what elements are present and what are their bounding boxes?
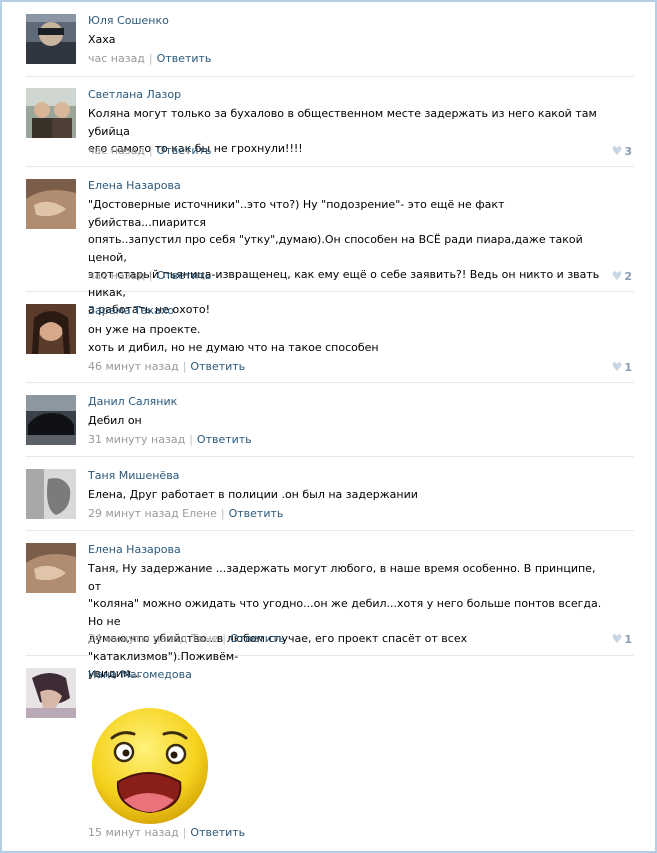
comment-item: Таня Мишенёва Елена, Друг работает в пол… (26, 469, 634, 531)
like-count: 1 (624, 361, 632, 374)
comment-author[interactable]: Елена Назарова (88, 179, 181, 193)
comment-author[interactable]: Данил Саляник (88, 395, 177, 409)
comment-time[interactable]: час назад (88, 269, 145, 282)
comment-text: Таня, Ну задержание ...задержать могут л… (88, 560, 608, 683)
comment-author[interactable]: Светлана Лазор (88, 88, 181, 102)
comment-item: Юля Сошенко Хаха час назад | Ответить (26, 14, 634, 77)
comments-panel: Юля Сошенко Хаха час назад | Ответить Свет… (0, 0, 657, 853)
avatar[interactable] (26, 668, 76, 718)
comment-author[interactable]: Елена Назарова (88, 543, 181, 557)
comment-meta: час назад | Ответить (88, 144, 211, 158)
comment-line: он уже на проекте. (88, 323, 201, 336)
avatar[interactable] (26, 88, 76, 138)
comment-item: Нана Магомедова 15 минут назад | Ответить (26, 668, 634, 843)
reply-link[interactable]: Ответить (230, 632, 285, 645)
heart-icon: ♥ (611, 632, 623, 646)
reply-link[interactable]: Ответить (229, 507, 284, 520)
comment-meta: 24 минуты назад Тане | Ответить (88, 632, 285, 646)
comment-item: Данил Саляник Дебил он 31 минуту назад | О… (26, 395, 634, 457)
heart-icon: ♥ (611, 360, 623, 374)
heart-icon: ♥ (611, 269, 623, 283)
comment-meta: 31 минуту назад | Ответить (88, 433, 252, 447)
avatar[interactable] (26, 469, 76, 519)
comment-text: "Достоверные источники"..это что?) Ну "п… (88, 196, 608, 319)
comment-time[interactable]: 24 минуты назад Тане (88, 632, 218, 645)
comment-line: Хаха (88, 33, 116, 46)
reply-link[interactable]: Ответить (197, 433, 252, 446)
like-count: 1 (624, 633, 632, 646)
comment-time[interactable]: 31 минуту назад (88, 433, 185, 446)
like-button[interactable]: ♥ 2 (612, 269, 632, 284)
like-button[interactable]: ♥ 3 (612, 144, 632, 159)
comment-item: Елена Назарова Таня, Ну задержание ...за… (26, 543, 634, 680)
comment-author[interactable]: Зарема Такахо (88, 304, 174, 318)
comment-author[interactable]: Таня Мишенёва (88, 469, 179, 483)
meta-separator: | (182, 360, 187, 373)
comment-item: Елена Назарова "Достоверные источники"..… (26, 179, 634, 316)
comment-time[interactable]: 15 минут назад (88, 826, 179, 839)
comment-time[interactable]: час назад (88, 52, 145, 65)
heart-icon: ♥ (611, 144, 623, 158)
comment-item: Светлана Лазор Коляна могут только за бу… (26, 88, 634, 167)
comment-line: "Достоверные источники"..это что?) Ну "п… (88, 198, 505, 229)
reply-link[interactable]: Ответить (190, 360, 245, 373)
meta-separator: | (222, 632, 226, 645)
meta-separator: | (189, 433, 193, 446)
like-count: 3 (624, 145, 632, 158)
meta-separator: | (182, 826, 187, 839)
comment-text: Елена, Друг работает в полиции .он был н… (88, 486, 608, 504)
avatar[interactable] (26, 14, 76, 64)
avatar[interactable] (26, 179, 76, 229)
avatar[interactable] (26, 543, 76, 593)
meta-separator: | (148, 52, 153, 65)
meta-separator: | (148, 144, 153, 157)
like-button[interactable]: ♥ 1 (612, 360, 632, 375)
comment-line: "коляна" можно ожидать что угодно...он ж… (88, 597, 602, 628)
comment-time[interactable]: 46 минут назад (88, 360, 179, 373)
comment-line: Коляна могут только за бухалово в общест… (88, 107, 597, 138)
comment-meta: 46 минут назад | Ответить (88, 360, 245, 374)
meta-separator: | (148, 269, 153, 282)
comment-time[interactable]: час назад (88, 144, 145, 157)
like-button[interactable]: ♥ 1 (612, 632, 632, 647)
avatar[interactable] (26, 395, 76, 445)
comment-meta: 15 минут назад | Ответить (88, 826, 245, 840)
comment-line: опять..запустил про себя "утку",думаю).О… (88, 233, 583, 264)
comment-text: Хаха (88, 31, 608, 49)
comment-text: он уже на проекте. хоть и дибил, но не д… (88, 321, 608, 356)
comment-line: Таня, Ну задержание ...задержать могут л… (88, 562, 596, 593)
avatar[interactable] (26, 304, 76, 354)
like-count: 2 (624, 270, 632, 283)
reply-link[interactable]: Ответить (157, 52, 212, 65)
reply-link[interactable]: Ответить (157, 144, 212, 157)
comment-meta: час назад | Ответить (88, 52, 211, 66)
meta-separator: | (220, 507, 225, 520)
comment-line: хоть и дибил, но не думаю что на такое с… (88, 340, 379, 354)
comment-text: Дебил он (88, 412, 608, 430)
comment-item: Зарема Такахо он уже на проекте. хоть и … (26, 304, 634, 383)
comment-author[interactable]: Юля Сошенко (88, 14, 169, 28)
comment-line: Дебил он (88, 414, 142, 427)
reply-link[interactable]: Ответить (157, 269, 212, 282)
comment-meta: час назад | Ответить (88, 269, 211, 283)
comment-time[interactable]: 29 минут назад Елене (88, 507, 217, 520)
comment-author[interactable]: Нана Магомедова (88, 668, 192, 682)
scared-smiley-icon (92, 708, 208, 824)
comment-meta: 29 минут назад Елене | Ответить (88, 507, 283, 521)
reply-link[interactable]: Ответить (190, 826, 245, 839)
comment-line: Елена, Друг работает в полиции .он был н… (88, 488, 418, 501)
